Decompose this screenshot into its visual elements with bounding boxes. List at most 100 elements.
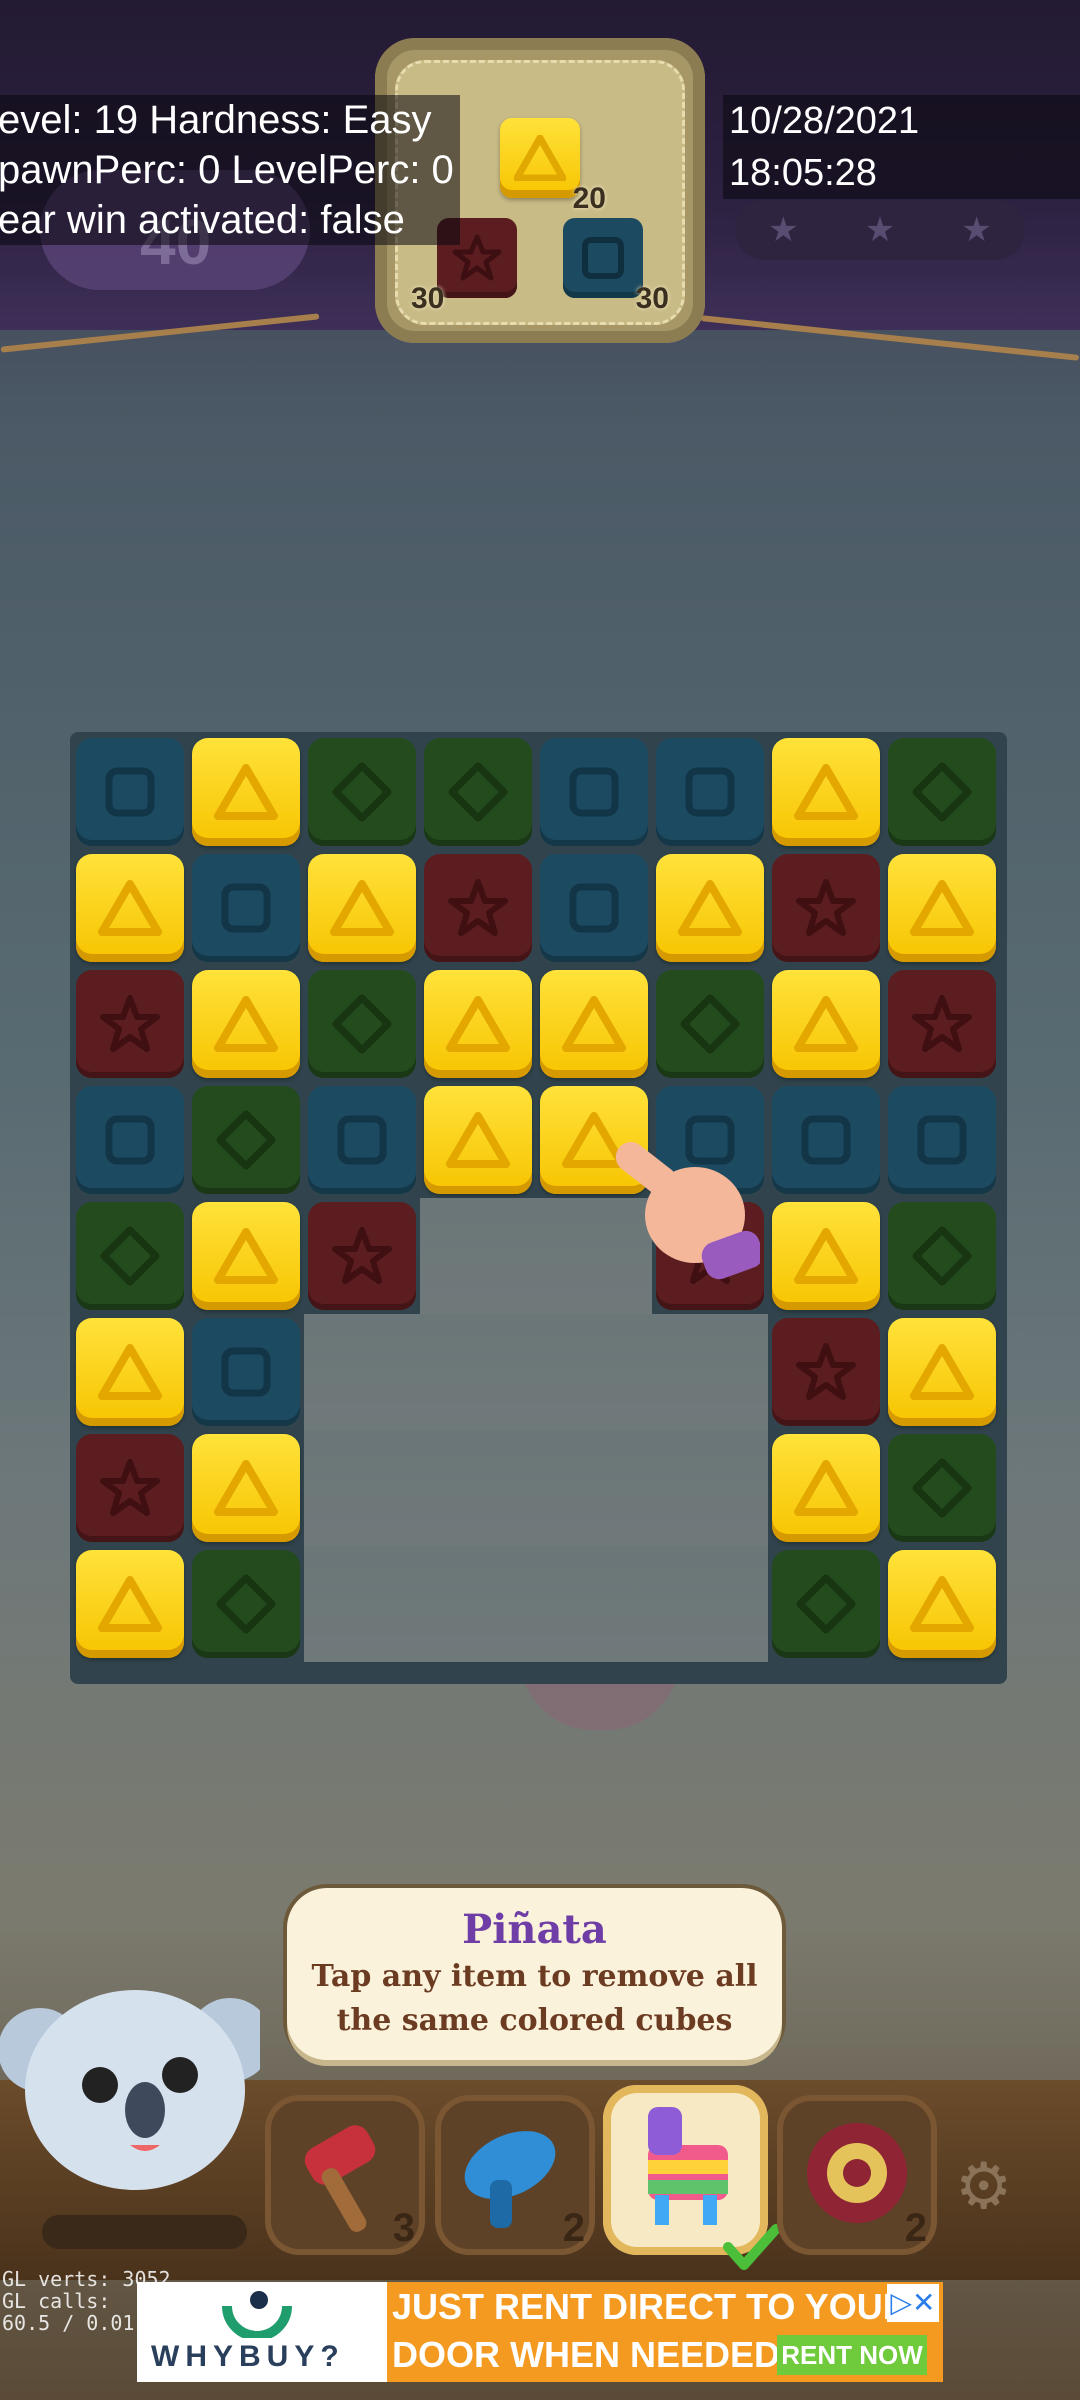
- green-cube[interactable]: [888, 738, 996, 846]
- yellow-cube[interactable]: [192, 738, 300, 846]
- booster-pinata-button[interactable]: [603, 2085, 781, 2270]
- debug-datetime: 10/28/2021 18:05:28: [723, 95, 1080, 199]
- green-cube[interactable]: [308, 738, 416, 846]
- yellow-cube[interactable]: [772, 738, 880, 846]
- diamond-icon: [448, 762, 508, 822]
- yellow-cube[interactable]: [540, 970, 648, 1078]
- yellow-cube[interactable]: [772, 1202, 880, 1310]
- progress-stars-bar: ★ ★ ★: [735, 200, 1025, 260]
- red-cube[interactable]: [76, 970, 184, 1078]
- diamond-icon: [912, 1226, 972, 1286]
- yellow-cube[interactable]: [888, 1550, 996, 1658]
- yellow-cube[interactable]: [192, 1434, 300, 1542]
- debug-line: evel: 19 Hardness: Easy: [0, 98, 432, 142]
- yellow-cube[interactable]: [888, 854, 996, 962]
- empty-board-slot: [536, 1546, 652, 1662]
- diamond-icon: [912, 1458, 972, 1518]
- booster-tooltip: Piñata Tap any item to remove all the sa…: [287, 1888, 782, 2060]
- star-icon: [796, 879, 856, 936]
- star-icon: [100, 995, 160, 1052]
- blue-cube[interactable]: [308, 1086, 416, 1194]
- blue-cube[interactable]: [192, 854, 300, 962]
- yellow-cube[interactable]: [424, 970, 532, 1078]
- diamond-icon: [796, 1574, 856, 1634]
- red-cube[interactable]: [424, 854, 532, 962]
- yellow-cube[interactable]: [192, 1202, 300, 1310]
- red-cube[interactable]: [772, 1318, 880, 1426]
- ad-close-icon[interactable]: ▷✕: [887, 2284, 939, 2322]
- yellow-cube[interactable]: [76, 1318, 184, 1426]
- square-icon: [917, 1115, 967, 1165]
- green-cube[interactable]: [192, 1086, 300, 1194]
- triangle-icon: [330, 880, 394, 936]
- diamond-icon: [216, 1110, 276, 1170]
- diamond-icon: [332, 762, 392, 822]
- diamond-icon: [332, 994, 392, 1054]
- star-icon: ★: [768, 210, 799, 250]
- green-cube[interactable]: [656, 970, 764, 1078]
- ad-subline: DOOR WHEN NEEDED: [392, 2334, 781, 2375]
- blue-cube[interactable]: [76, 738, 184, 846]
- tooltip-text-line: Tap any item to remove all: [311, 1959, 758, 1994]
- red-cube[interactable]: [308, 1202, 416, 1310]
- red-cube[interactable]: [772, 854, 880, 962]
- green-cube[interactable]: [888, 1202, 996, 1310]
- yellow-cube[interactable]: [76, 1550, 184, 1658]
- square-icon: [685, 767, 735, 817]
- blue-cube[interactable]: [540, 738, 648, 846]
- red-cube[interactable]: [76, 1434, 184, 1542]
- yellow-cube[interactable]: [772, 1434, 880, 1542]
- booster-blaster-button[interactable]: 2: [435, 2095, 595, 2255]
- game-board: [70, 732, 1007, 1684]
- blue-cube[interactable]: [192, 1318, 300, 1426]
- yellow-cube[interactable]: [888, 1318, 996, 1426]
- red-cube[interactable]: [888, 970, 996, 1078]
- blue-cube[interactable]: [656, 738, 764, 846]
- green-cube[interactable]: [76, 1202, 184, 1310]
- empty-board-slot: [304, 1546, 420, 1662]
- green-cube[interactable]: [772, 1550, 880, 1658]
- blue-cube[interactable]: [888, 1086, 996, 1194]
- empty-board-slot: [536, 1314, 652, 1430]
- blue-cube[interactable]: [76, 1086, 184, 1194]
- green-cube[interactable]: [308, 970, 416, 1078]
- square-icon: [221, 1347, 271, 1397]
- yellow-cube[interactable]: [192, 970, 300, 1078]
- square-icon: [337, 1115, 387, 1165]
- ad-cta-button[interactable]: RENT NOW: [777, 2335, 927, 2375]
- triangle-icon: [794, 1228, 858, 1284]
- yellow-cube[interactable]: [308, 854, 416, 962]
- diamond-icon: [216, 1574, 276, 1634]
- koala-nameplate: [42, 2215, 247, 2249]
- booster-hammer-button[interactable]: 3: [265, 2095, 425, 2255]
- ad-brand-name: WHYBUY?: [151, 2340, 345, 2373]
- booster-yoyo-button[interactable]: 2: [777, 2095, 937, 2255]
- triangle-icon: [446, 996, 510, 1052]
- ad-banner[interactable]: WHYBUY? JUST RENT DIRECT TO YOUR DOOR WH…: [137, 2282, 943, 2382]
- debug-line: pawnPerc: 0 LevelPerc: 0: [0, 148, 454, 192]
- booster-count: 2: [562, 2206, 585, 2250]
- tutorial-pointer-hand: [615, 1142, 760, 1280]
- booster-count: 2: [904, 2206, 927, 2250]
- empty-board-slot: [652, 1430, 768, 1546]
- green-cube[interactable]: [888, 1434, 996, 1542]
- tooltip-text-line: the same colored cubes: [336, 2003, 733, 2038]
- triangle-icon: [98, 1344, 162, 1400]
- square-icon: [569, 767, 619, 817]
- settings-gear-icon[interactable]: ⚙: [955, 2150, 1012, 2224]
- square-icon: [801, 1115, 851, 1165]
- empty-board-slot: [304, 1430, 420, 1546]
- green-cube[interactable]: [192, 1550, 300, 1658]
- green-cube[interactable]: [424, 738, 532, 846]
- star-icon: [796, 1343, 856, 1400]
- blue-cube[interactable]: [540, 854, 648, 962]
- yellow-cube[interactable]: [424, 1086, 532, 1194]
- square-icon: [221, 883, 271, 933]
- yellow-cube[interactable]: [76, 854, 184, 962]
- yellow-cube[interactable]: [656, 854, 764, 962]
- yellow-cube[interactable]: [772, 970, 880, 1078]
- blue-cube[interactable]: [772, 1086, 880, 1194]
- debug-line: ear win activated: false: [0, 198, 405, 242]
- ad-headline: JUST RENT DIRECT TO YOUR: [392, 2286, 909, 2327]
- star-icon: [448, 879, 508, 936]
